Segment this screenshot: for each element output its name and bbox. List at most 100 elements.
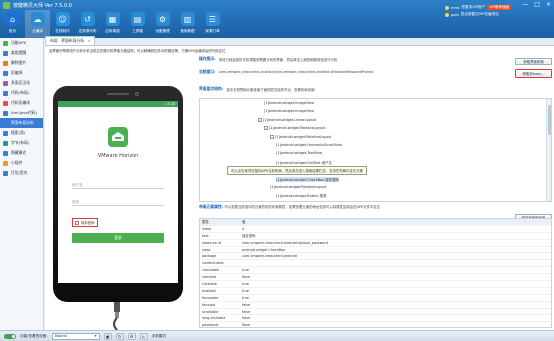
table-row[interactable]: index 4 [200, 226, 551, 233]
sidebar-item-5[interactable]: 代码(布局) [0, 88, 43, 98]
login-button[interactable]: 登录 [72, 233, 164, 243]
table-row[interactable]: long-clickable false [200, 315, 551, 323]
save-password-checkbox[interactable]: 保存密码 [72, 218, 98, 227]
sidebar-item-9[interactable]: 搜索(类) [0, 128, 43, 138]
refresh-layout-button[interactable]: 获取界面布局 [515, 58, 552, 65]
sidebar-item-label: 小插件 [11, 160, 23, 165]
tree-node-label: [1]android.widget.Button 登录 [276, 194, 327, 199]
tree-toggle-icon[interactable]: - [258, 117, 262, 122]
vip-prefix: mmt [451, 5, 460, 10]
tree-toggle-icon[interactable]: - [270, 134, 274, 139]
copy-activity-button[interactable]: 获取到main... [515, 69, 552, 78]
password-field[interactable]: 密码 [72, 198, 164, 206]
sidebar-item-6[interactable]: 代码反编译 [0, 98, 43, 108]
tree-node[interactable]: [1]android.widget.TextView [276, 151, 322, 155]
table-row[interactable]: scrollable false [200, 309, 551, 316]
tree-node[interactable]: [1]android.widget.RelativeLayout [270, 185, 326, 189]
table-row[interactable]: resource-id com.vmware.view.client.androi… [200, 240, 551, 247]
toolbar-apps-button[interactable]: ▦ 应用增强 [100, 10, 125, 38]
toolbar-home-button[interactable]: ⌂ 首页 [0, 10, 25, 38]
hierarchy-tree[interactable]: [1]android.widget.ImageView [1]android.wi… [199, 98, 552, 202]
vip-link[interactable]: VIP尊享通道 [487, 5, 512, 10]
prop-key: package [202, 254, 217, 259]
tree-node[interactable]: [1]android.widget.ImageView [264, 109, 314, 113]
sidebar-item-7[interactable]: Xml(Java代码) [0, 108, 43, 118]
tab-close-icon[interactable]: × [87, 38, 90, 43]
tree-toggle-icon[interactable]: - [264, 126, 268, 131]
hierarchy-text: 选中右侧界面元素或者下面的层次结构节点，查看布局详细 [226, 87, 315, 92]
props-label: 布局元素属性: [199, 204, 224, 209]
tree-node[interactable]: [1]android.widget.HorizontalScrollView [276, 143, 342, 147]
table-row[interactable]: enabled true [200, 288, 551, 295]
toolbar-order-button[interactable]: ☰ 家源订单 [200, 10, 225, 38]
tree-node[interactable]: - [1]android.widget.LinearLayout [258, 117, 317, 122]
table-row[interactable]: checkable true [200, 267, 551, 275]
settings-icon[interactable]: ⚙ [127, 332, 136, 340]
robot-icon: ☺ [55, 12, 70, 26]
toolbar-label: 工具箱 [132, 29, 143, 33]
phone-mode-label[interactable]: 手机模式 [152, 334, 166, 339]
tree-node-label: [1]android.widget.LinearLayout [263, 117, 317, 122]
tab-layout-analysis[interactable]: 布局 · 界面布局分析 × [45, 36, 96, 45]
vip-status-2[interactable]: 您目前暂无VIP充值项目 [461, 12, 499, 17]
props-header: 属性 值 [200, 219, 551, 226]
sidebar-item-1[interactable]: 某助提醒 [0, 48, 43, 58]
sidebar-item-icon [3, 130, 8, 136]
prop-value: com.vmware.view.client.android:id/save_p… [242, 240, 328, 245]
sidebar-item-0[interactable]: 功能APK [0, 38, 43, 48]
table-row[interactable]: focusable true [200, 295, 551, 302]
tree-node[interactable]: - [1]android.widget.RelativeLayout [264, 126, 325, 131]
sidebar-item-4[interactable]: 多面反汉化 [0, 78, 43, 88]
prop-value: com.vmware.view.client.android [242, 254, 297, 259]
toolbar-restore-button[interactable]: ↺ 还原源代码 [75, 10, 100, 38]
prop-value: false [242, 323, 251, 328]
toolbar-robot-button[interactable]: ☺ 在线制作 [50, 10, 75, 38]
sidebar-item-12[interactable]: 小插件 [0, 158, 43, 168]
prop-value: true [242, 295, 249, 300]
gold-dot-icon [445, 12, 449, 17]
toolbar-gear-button[interactable]: ⚙ 设备管理 [150, 10, 175, 38]
device-select[interactable]: Xiaomi ▾ [51, 332, 100, 340]
tree-node[interactable]: [1]android.widget.EditText 用户名 [276, 160, 332, 165]
sidebar-item-label: 界面布局分析 [11, 120, 34, 125]
tree-node[interactable]: [1]android.widget.ImageView [264, 101, 314, 105]
table-row[interactable]: checked false [200, 274, 551, 282]
screenshot-icon[interactable]: ▣ [103, 332, 112, 340]
tree-node[interactable]: [1]android.widget.CheckBox 保存密码 [276, 176, 339, 182]
vip-panel: mmt 您暂未VIP用户 VIP尊享通道 gold 您目前暂无VIP充值项目 [445, 4, 547, 26]
tree-node-label: [1]android.widget.TextView [276, 151, 323, 156]
table-row[interactable]: package com.vmware.view.client.android [200, 253, 551, 261]
tree-node[interactable]: - [1]android.widget.RelativeLayout [270, 134, 331, 139]
sidebar-item-3[interactable]: 反编译 [0, 68, 43, 78]
table-row[interactable]: content-desc [200, 260, 551, 268]
sidebar-item-11[interactable]: 隐藏模式 [0, 148, 43, 158]
phone-statusbar: 17:28 [58, 101, 178, 107]
table-row[interactable]: password false [200, 322, 551, 328]
window-text[interactable]: com.vmware.view.client.android/com.vmwar… [219, 70, 374, 74]
toolbar-cloud-button[interactable]: ☁ 云编译 [25, 10, 50, 38]
props-description: 布局元素属性: 可以查看当前选中的元素的相关布局属性，如需查看元素的地址信息可以… [199, 204, 552, 210]
toolbar-toolbox-button[interactable]: ▤ 工具箱 [125, 10, 150, 38]
sidebar-item-label: 反编译 [11, 70, 23, 75]
sidebar-item-13[interactable]: 打包/签名 [0, 168, 43, 178]
device-toggle[interactable] [4, 333, 16, 339]
phone-screen[interactable]: 17:28 VMware Horizon 用户名 密码 保存密码 登录 [58, 101, 178, 283]
toolbar-book-button[interactable]: ▥ 使用教程 [175, 10, 200, 38]
table-row[interactable]: focused false [200, 302, 551, 309]
refresh-icon[interactable]: ↻ [115, 332, 124, 340]
table-row[interactable]: text 保存密码 [200, 233, 551, 240]
tree-node[interactable]: [1]android.widget.Button 登录 [276, 193, 326, 198]
username-field[interactable]: 用户名 [72, 181, 164, 189]
sidebar-item-icon [3, 150, 8, 156]
phone-frame: 17:28 VMware Horizon 用户名 密码 保存密码 登录 [53, 86, 183, 302]
sidebar-item-label: 字节(布局) [11, 140, 30, 145]
table-row[interactable]: clickable true [200, 281, 551, 288]
home-small-icon[interactable]: ⌂ [139, 332, 148, 340]
tree-scrollbar[interactable] [546, 99, 551, 201]
toolbox-icon: ▤ [130, 12, 145, 26]
sidebar-item-2[interactable]: 解除图片 [0, 58, 43, 68]
sidebar-item-8[interactable]: 界面布局分析 [0, 118, 43, 128]
table-row[interactable]: class android.widget.CheckBox [200, 247, 551, 254]
sidebar-item-10[interactable]: 字节(布局) [0, 138, 43, 148]
tree-scroll-thumb[interactable] [548, 105, 551, 135]
